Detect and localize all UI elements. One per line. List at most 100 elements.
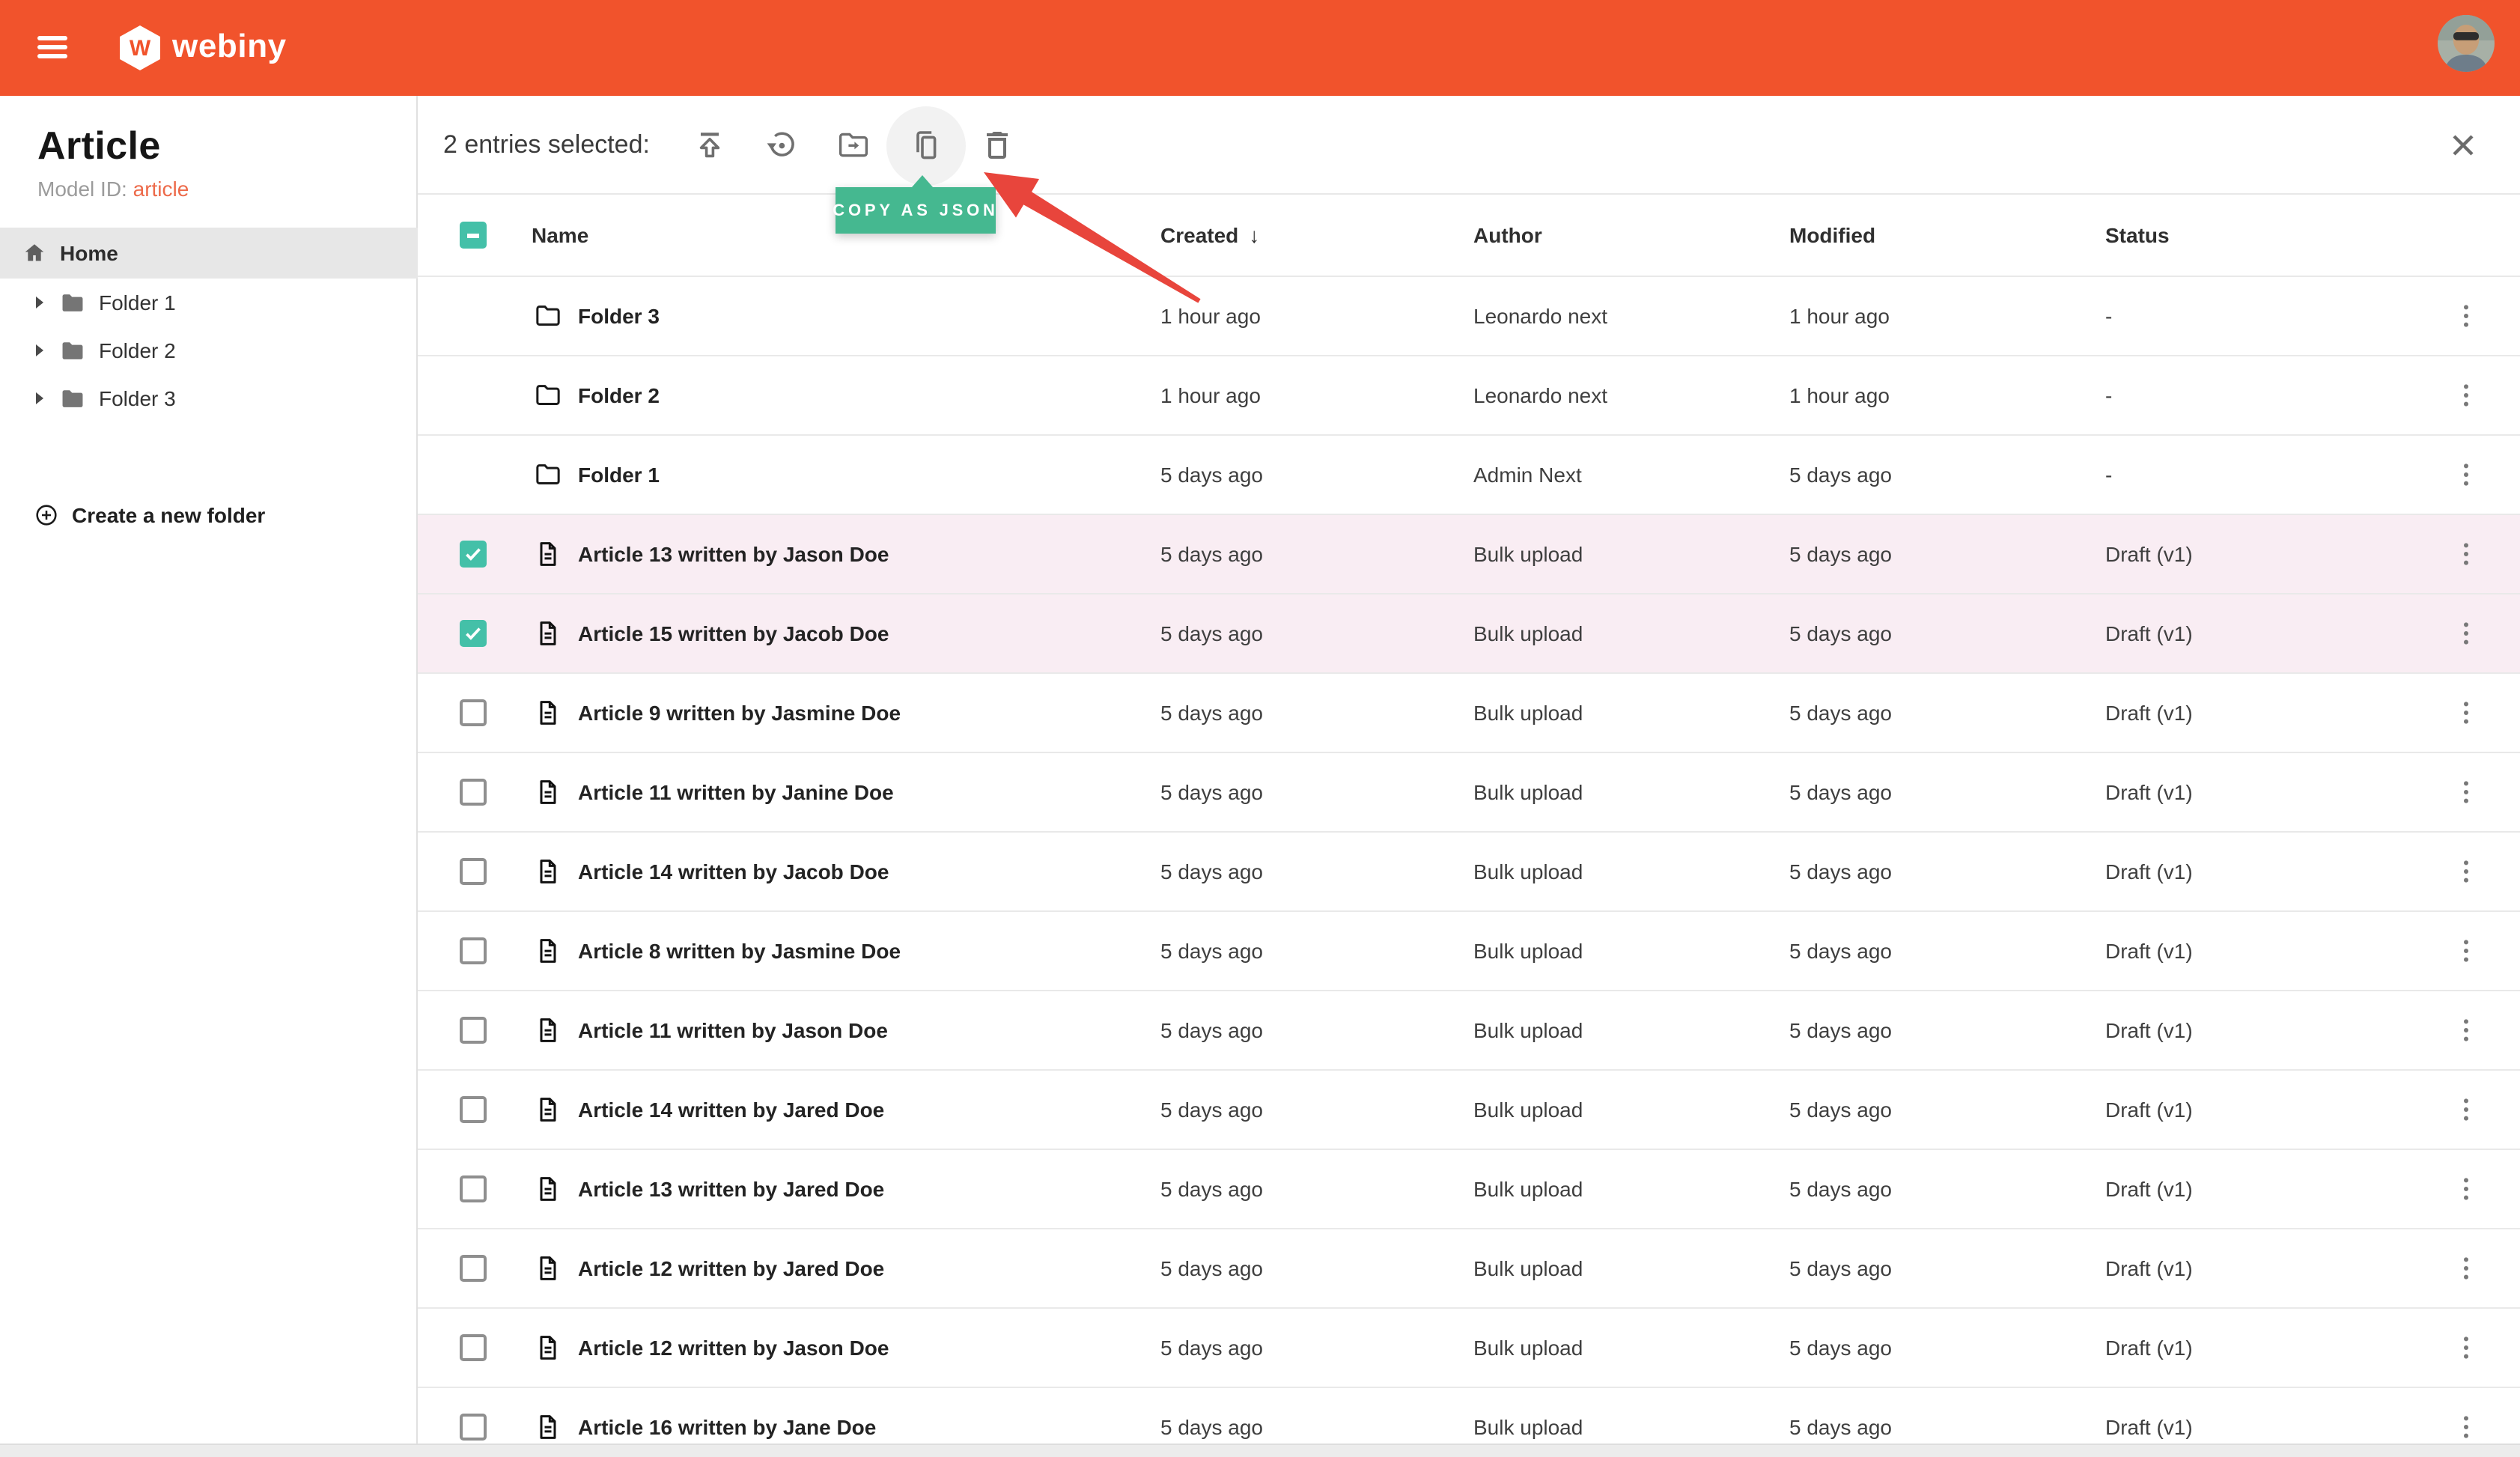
copy-icon: [916, 131, 937, 159]
row-author: Bulk upload: [1473, 860, 1583, 883]
close-selection-button[interactable]: [2448, 130, 2478, 160]
row-menu-kebab[interactable]: [2451, 776, 2481, 809]
webiny-logo-icon[interactable]: W: [120, 25, 160, 70]
horizontal-scrollbar-track[interactable]: [0, 1444, 2520, 1457]
table-row[interactable]: Article 13 written by Jason Doe 5 days a…: [418, 514, 2520, 593]
kebab-icon: [2464, 384, 2468, 407]
model-id-link[interactable]: article: [133, 177, 189, 201]
row-name: Article 13 written by Jared Doe: [578, 1177, 885, 1201]
row-checkbox[interactable]: [460, 1334, 487, 1361]
row-menu-kebab[interactable]: [2451, 1331, 2481, 1364]
column-header-name[interactable]: Name: [532, 223, 588, 247]
table-row[interactable]: Article 11 written by Janine Doe 5 days …: [418, 752, 2520, 831]
row-created: 5 days ago: [1160, 542, 1263, 566]
row-checkbox[interactable]: [460, 1175, 487, 1202]
row-checkbox[interactable]: [460, 1017, 487, 1044]
select-all-checkbox[interactable]: [460, 222, 487, 249]
publish-entries-button[interactable]: [692, 127, 728, 163]
unpublish-entries-button[interactable]: [764, 127, 800, 163]
folder-label: Folder 1: [99, 291, 176, 314]
expand-caret-icon[interactable]: [36, 392, 43, 404]
row-author: Bulk upload: [1473, 1256, 1583, 1280]
table-row[interactable]: Article 11 written by Jason Doe 5 days a…: [418, 990, 2520, 1069]
row-checkbox[interactable]: [460, 1255, 487, 1282]
selection-toolbar: 2 entries selected:: [418, 96, 2520, 195]
column-header-status[interactable]: Status: [2105, 223, 2170, 247]
row-modified: 1 hour ago: [1789, 383, 1890, 407]
document-icon: [533, 936, 563, 966]
row-checkbox[interactable]: [460, 699, 487, 726]
row-checkbox[interactable]: [460, 937, 487, 964]
row-modified: 5 days ago: [1789, 1415, 1892, 1439]
row-menu-kebab[interactable]: [2451, 1411, 2481, 1444]
table-row[interactable]: Folder 2 1 hour ago Leonardo next 1 hour…: [418, 355, 2520, 434]
row-checkbox[interactable]: [460, 1096, 487, 1123]
row-checkbox[interactable]: [460, 858, 487, 885]
sidebar-item-folder-1[interactable]: Folder 1: [0, 279, 418, 326]
model-id-label: Model ID:: [37, 177, 127, 201]
table-row[interactable]: Article 13 written by Jared Doe 5 days a…: [418, 1149, 2520, 1228]
create-folder-label: Create a new folder: [72, 503, 266, 527]
expand-caret-icon[interactable]: [36, 296, 43, 308]
row-name: Article 11 written by Jason Doe: [578, 1018, 888, 1042]
row-checkbox[interactable]: [460, 620, 487, 647]
row-menu-kebab[interactable]: [2451, 1093, 2481, 1126]
sidebar-item-folder-3[interactable]: Folder 3: [0, 374, 418, 422]
row-checkbox[interactable]: [460, 1414, 487, 1441]
user-avatar[interactable]: [2438, 15, 2495, 72]
row-status: Draft (v1): [2105, 939, 2193, 963]
row-created: 5 days ago: [1160, 463, 1263, 487]
folder-icon: [533, 460, 563, 490]
column-header-author[interactable]: Author: [1473, 223, 1542, 247]
row-menu-kebab[interactable]: [2451, 538, 2481, 571]
table-row[interactable]: Folder 1 5 days ago Admin Next 5 days ag…: [418, 434, 2520, 514]
row-menu-kebab[interactable]: [2451, 934, 2481, 967]
row-created: 5 days ago: [1160, 701, 1263, 725]
copy-as-json-button[interactable]: [907, 127, 943, 163]
trash-icon: [987, 132, 1008, 159]
row-created: 5 days ago: [1160, 939, 1263, 963]
table-row[interactable]: Article 8 written by Jasmine Doe 5 days …: [418, 910, 2520, 990]
sidebar-item-home[interactable]: Home: [0, 228, 418, 279]
row-status: Draft (v1): [2105, 1336, 2193, 1360]
table-row[interactable]: Article 15 written by Jacob Doe 5 days a…: [418, 593, 2520, 672]
row-author: Bulk upload: [1473, 1336, 1583, 1360]
kebab-icon: [2464, 543, 2468, 565]
row-name: Folder 3: [578, 304, 660, 328]
move-to-folder-button[interactable]: [836, 127, 871, 163]
row-menu-kebab[interactable]: [2451, 1172, 2481, 1205]
table-row[interactable]: Article 9 written by Jasmine Doe 5 days …: [418, 672, 2520, 752]
row-menu-kebab[interactable]: [2451, 1252, 2481, 1285]
table-row[interactable]: Article 12 written by Jason Doe 5 days a…: [418, 1307, 2520, 1387]
document-icon: [533, 1253, 563, 1283]
row-menu-kebab[interactable]: [2451, 1014, 2481, 1047]
row-menu-kebab[interactable]: [2451, 696, 2481, 729]
row-menu-kebab[interactable]: [2451, 379, 2481, 412]
delete-entries-button[interactable]: [979, 127, 1015, 163]
row-menu-kebab[interactable]: [2451, 458, 2481, 491]
row-created: 5 days ago: [1160, 1415, 1263, 1439]
kebab-icon: [2464, 1019, 2468, 1041]
row-menu-kebab[interactable]: [2451, 855, 2481, 888]
table-row[interactable]: Article 14 written by Jared Doe 5 days a…: [418, 1069, 2520, 1149]
hamburger-menu-icon[interactable]: [37, 36, 67, 58]
table-row[interactable]: Folder 3 1 hour ago Leonardo next 1 hour…: [418, 276, 2520, 355]
row-modified: 5 days ago: [1789, 939, 1892, 963]
column-header-created[interactable]: Created ↓: [1160, 223, 1259, 247]
copy-as-json-tooltip: COPY AS JSON: [833, 175, 996, 234]
row-checkbox[interactable]: [460, 541, 487, 568]
create-new-folder-button[interactable]: Create a new folder: [0, 491, 418, 539]
row-menu-kebab[interactable]: [2451, 299, 2481, 332]
row-author: Bulk upload: [1473, 780, 1583, 804]
table-row[interactable]: Article 14 written by Jacob Doe 5 days a…: [418, 831, 2520, 910]
row-created: 5 days ago: [1160, 1336, 1263, 1360]
table-row[interactable]: Article 12 written by Jared Doe 5 days a…: [418, 1228, 2520, 1307]
document-icon: [533, 539, 563, 569]
expand-caret-icon[interactable]: [36, 344, 43, 356]
folder-icon: [62, 293, 83, 311]
column-header-modified[interactable]: Modified: [1789, 223, 1875, 247]
sidebar-item-folder-2[interactable]: Folder 2: [0, 326, 418, 374]
document-icon: [533, 1174, 563, 1204]
row-checkbox[interactable]: [460, 779, 487, 806]
row-menu-kebab[interactable]: [2451, 617, 2481, 650]
